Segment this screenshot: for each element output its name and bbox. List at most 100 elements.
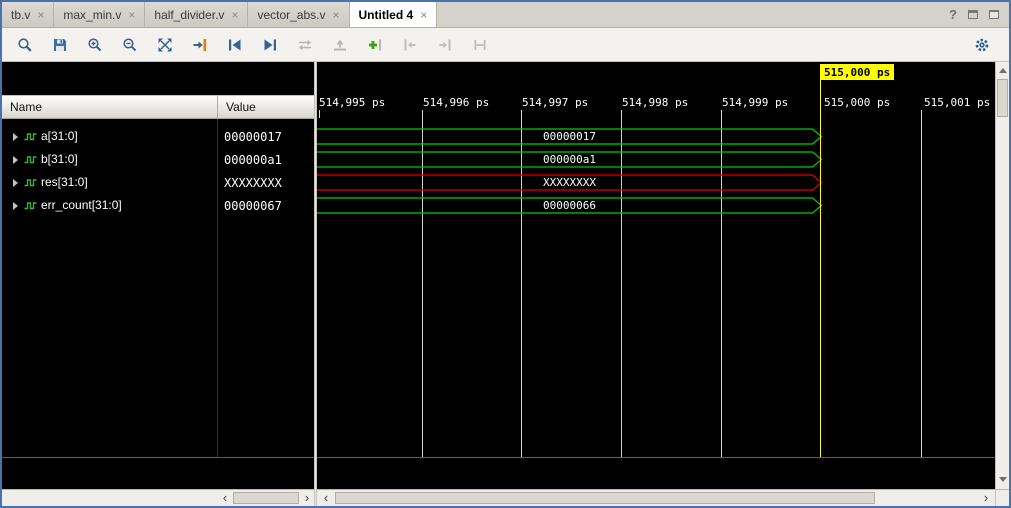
- next-marker-button[interactable]: [430, 32, 460, 58]
- previous-transition-button[interactable]: [220, 32, 250, 58]
- expand-chevron-icon[interactable]: [13, 133, 18, 141]
- wave-hscrollbar[interactable]: ‹ ›: [317, 489, 995, 506]
- waveform-canvas[interactable]: 515,000 ps 514,995 ps 514,996 ps 514,997…: [317, 62, 995, 489]
- zoom-out-button[interactable]: [115, 32, 145, 58]
- scroll-right-icon[interactable]: ›: [300, 491, 314, 506]
- tab-label: vector_abs.v: [257, 8, 325, 22]
- next-transition-icon: [262, 37, 278, 53]
- expand-chevron-icon[interactable]: [13, 179, 18, 187]
- gridline: [921, 118, 922, 457]
- snap-to-transition-icon: [332, 37, 348, 53]
- ruler-tick-mark: [721, 110, 722, 118]
- wave-vscrollbar[interactable]: [995, 62, 1009, 506]
- close-icon[interactable]: ×: [231, 9, 238, 21]
- waveform-viewer-window: tb.v × max_min.v × half_divider.v × vect…: [0, 0, 1011, 508]
- wave-bus-err-count: 00000066: [317, 194, 825, 217]
- signal-row-res[interactable]: res[31:0] XXXXXXXX: [2, 171, 314, 194]
- bus-signal-icon: [23, 177, 38, 188]
- ruler-tick-label: 514,996 ps: [423, 96, 489, 109]
- close-icon[interactable]: ×: [128, 9, 135, 21]
- bus-signal-icon: [23, 200, 38, 211]
- scroll-down-button[interactable]: [996, 472, 1009, 487]
- snap-to-transition-button[interactable]: [325, 32, 355, 58]
- settings-button[interactable]: [967, 32, 997, 58]
- scroll-left-icon[interactable]: ‹: [319, 491, 333, 506]
- ruler-tick-mark: [319, 110, 320, 118]
- help-icon[interactable]: ?: [949, 7, 957, 22]
- swap-cursors-button[interactable]: [290, 32, 320, 58]
- signal-table-header: Name Value: [2, 95, 314, 119]
- signal-value: 00000017: [224, 130, 282, 144]
- close-icon[interactable]: ×: [333, 9, 340, 21]
- zoom-in-button[interactable]: [80, 32, 110, 58]
- wave-bus-a: 00000017: [317, 125, 825, 148]
- arrow-up-icon: [999, 68, 1007, 73]
- expand-chevron-icon[interactable]: [13, 156, 18, 164]
- time-cursor[interactable]: [820, 80, 821, 457]
- bus-signal-icon: [23, 154, 38, 165]
- ruler-tick-label: 514,999 ps: [722, 96, 788, 109]
- next-transition-button[interactable]: [255, 32, 285, 58]
- ruler-tick-mark: [621, 110, 622, 118]
- tab-half-divider-v[interactable]: half_divider.v ×: [145, 2, 248, 27]
- signal-name: res[31:0]: [41, 175, 88, 189]
- signal-row-err-count[interactable]: err_count[31:0] 00000067: [2, 194, 314, 217]
- tab-untitled-4[interactable]: Untitled 4 ×: [350, 2, 438, 27]
- close-icon[interactable]: ×: [420, 9, 427, 21]
- hscroll-thumb[interactable]: [335, 492, 875, 504]
- vscroll-thumb[interactable]: [997, 79, 1008, 117]
- scrollbar-corner: [996, 489, 1009, 506]
- signal-panel-hscrollbar[interactable]: ‹ ›: [2, 489, 314, 506]
- save-icon: [52, 37, 68, 53]
- ruler-tick-label: 514,998 ps: [622, 96, 688, 109]
- wave-window-body: Name Value a[31:0] 00000017 b[31:0] 0000…: [2, 62, 1009, 506]
- signal-value: 000000a1: [224, 153, 282, 167]
- signal-row-a[interactable]: a[31:0] 00000017: [2, 125, 314, 148]
- signal-value: XXXXXXXX: [224, 176, 282, 190]
- tab-label: tb.v: [11, 8, 30, 22]
- close-icon[interactable]: ×: [37, 9, 44, 21]
- tab-label: max_min.v: [63, 8, 121, 22]
- gear-icon: [974, 37, 990, 53]
- ruler-tick-label: 514,997 ps: [522, 96, 588, 109]
- search-icon: [17, 37, 33, 53]
- signal-row-b[interactable]: b[31:0] 000000a1: [2, 148, 314, 171]
- ruler-tick-label: 515,000 ps: [824, 96, 890, 109]
- go-to-time-button[interactable]: [185, 32, 215, 58]
- maximize-window-icon[interactable]: [989, 10, 999, 19]
- zoom-in-icon: [87, 37, 103, 53]
- scroll-right-icon[interactable]: ›: [979, 491, 993, 506]
- tab-vector-abs-v[interactable]: vector_abs.v ×: [248, 2, 349, 27]
- name-column-header: Name: [10, 100, 42, 114]
- previous-marker-button[interactable]: [395, 32, 425, 58]
- fit-between-markers-button[interactable]: [465, 32, 495, 58]
- bus-value-text: 00000017: [317, 130, 822, 143]
- add-marker-button[interactable]: [360, 32, 390, 58]
- signal-name: b[31:0]: [41, 152, 78, 166]
- arrow-down-icon: [999, 477, 1007, 482]
- bus-value-text: 00000066: [317, 199, 822, 212]
- float-window-icon[interactable]: [968, 10, 978, 19]
- tab-bar: tb.v × max_min.v × half_divider.v × vect…: [2, 2, 1009, 28]
- ruler-tick-label: 514,995 ps: [319, 96, 385, 109]
- bus-value-text: 000000a1: [317, 153, 822, 166]
- ruler-tick-mark: [422, 110, 423, 118]
- scroll-left-icon[interactable]: ‹: [218, 491, 232, 506]
- save-button[interactable]: [45, 32, 75, 58]
- previous-marker-icon: [402, 37, 418, 53]
- hscroll-thumb[interactable]: [233, 492, 299, 504]
- tab-label: half_divider.v: [154, 8, 224, 22]
- column-resize-handle[interactable]: [217, 96, 218, 119]
- wave-bus-b: 000000a1: [317, 148, 825, 171]
- add-marker-icon: [367, 37, 383, 53]
- search-button[interactable]: [10, 32, 40, 58]
- previous-transition-icon: [227, 37, 243, 53]
- bus-signal-icon: [23, 131, 38, 142]
- scroll-up-button[interactable]: [996, 63, 1009, 78]
- expand-chevron-icon[interactable]: [13, 202, 18, 210]
- wave-bus-res: XXXXXXXX: [317, 171, 825, 194]
- zoom-fit-button[interactable]: [150, 32, 180, 58]
- go-to-time-icon: [192, 37, 208, 53]
- tab-max-min-v[interactable]: max_min.v ×: [54, 2, 145, 27]
- tab-tb-v[interactable]: tb.v ×: [2, 2, 54, 27]
